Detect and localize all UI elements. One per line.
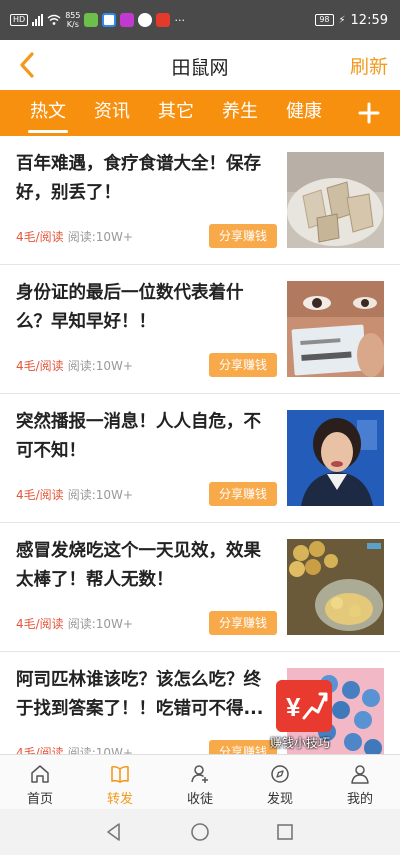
- article-reads: 阅读:10W+: [67, 359, 133, 373]
- article-price: 4毛/阅读: [16, 230, 64, 244]
- article-title[interactable]: 突然播报一消息！人人自危，不可不知！: [16, 408, 278, 466]
- earn-tips-promo[interactable]: ¥ 赚钱小技巧: [270, 680, 338, 750]
- page-title: 田鼠网: [171, 57, 229, 79]
- nav-mine[interactable]: 我的: [320, 755, 400, 809]
- yen-trend-icon: ¥: [276, 680, 332, 732]
- wechat-icon: [138, 13, 153, 27]
- nav-discover-label: 发现: [266, 792, 293, 807]
- article-title[interactable]: 身份证的最后一位数代表着什么？早知早好！！: [16, 279, 278, 337]
- nav-mine-label: 我的: [346, 792, 373, 807]
- nav-home-label: 首页: [26, 792, 53, 807]
- android-app-icon: [84, 13, 99, 27]
- article-meta: 4毛/阅读 阅读:10W+: [16, 486, 133, 503]
- article-price: 4毛/阅读: [16, 488, 64, 502]
- article-reads: 阅读:10W+: [67, 617, 133, 631]
- article-meta: 4毛/阅读 阅读:10W+: [16, 357, 133, 374]
- article-title[interactable]: 阿司匹林谁该吃？该怎么吃？终于找到答案了！！吃错可不得...: [16, 666, 278, 724]
- recents-square-icon[interactable]: [274, 821, 296, 843]
- nav-recruit[interactable]: 收徒: [160, 755, 240, 809]
- tab-health[interactable]: 健康: [272, 90, 336, 136]
- article-meta: 4毛/阅读 阅读:10W+: [16, 615, 133, 632]
- tab-hot[interactable]: 热文: [16, 90, 80, 136]
- hd-badge: HD: [10, 14, 29, 26]
- person-icon: [351, 765, 369, 784]
- article-thumbnail[interactable]: [287, 281, 384, 377]
- article-thumbnail[interactable]: [287, 539, 384, 635]
- shop-app-icon: [120, 13, 135, 27]
- more-notifications: ···: [174, 13, 185, 27]
- article-thumbnail[interactable]: [287, 152, 384, 248]
- bottom-nav: 首页 转发 收徒 发现 我的: [0, 754, 400, 809]
- compass-icon: [271, 765, 289, 783]
- add-tab-icon[interactable]: [354, 98, 384, 128]
- article-price: 4毛/阅读: [16, 359, 64, 373]
- article-item[interactable]: 感冒发烧吃这个一天见效，效果太棒了！帮人无数！ 4毛/阅读 阅读:10W+ 分享赚…: [0, 523, 400, 652]
- nav-discover[interactable]: 发现: [240, 755, 320, 809]
- charging-icon: ⚡: [338, 14, 346, 26]
- wifi-icon: [47, 14, 61, 25]
- article-reads: 阅读:10W+: [67, 230, 133, 244]
- article-reads: 阅读:10W+: [67, 488, 133, 502]
- nav-home[interactable]: 首页: [0, 755, 80, 809]
- nav-forward-label: 转发: [106, 792, 133, 807]
- article-feed[interactable]: 百年难遇，食疗食谱大全！保存好，别丢了！ 4毛/阅读 阅读:10W+ 分享赚钱 身…: [0, 136, 400, 754]
- title-bar: 田鼠网 刷新: [0, 40, 400, 90]
- share-earn-button[interactable]: 分享赚钱: [209, 482, 277, 506]
- map-app-icon: [102, 13, 117, 27]
- battery-icon: 98: [315, 14, 334, 26]
- tab-news[interactable]: 资讯: [80, 90, 144, 136]
- share-earn-button[interactable]: 分享赚钱: [209, 611, 277, 635]
- share-earn-button[interactable]: 分享赚钱: [209, 353, 277, 377]
- article-meta: 4毛/阅读 阅读:10W+: [16, 228, 133, 245]
- red-packet-icon: [156, 13, 171, 27]
- article-item[interactable]: 突然播报一消息！人人自危，不可不知！ 4毛/阅读 阅读:10W+ 分享赚钱: [0, 394, 400, 523]
- system-nav-bar: [0, 809, 400, 855]
- nav-recruit-label: 收徒: [186, 792, 213, 807]
- article-item[interactable]: 百年难遇，食疗食谱大全！保存好，别丢了！ 4毛/阅读 阅读:10W+ 分享赚钱: [0, 136, 400, 265]
- status-right: 98 ⚡ 12:59: [315, 11, 388, 29]
- category-tabs: 热文 资讯 其它 养生 健康: [0, 90, 400, 136]
- article-price: 4毛/阅读: [16, 617, 64, 631]
- network-speed: 855 K/s: [65, 11, 81, 29]
- book-icon: [111, 765, 129, 783]
- article-title[interactable]: 百年难遇，食疗食谱大全！保存好，别丢了！: [16, 150, 278, 208]
- status-bar: HD 855 K/s ··· 98 ⚡ 12:59: [0, 0, 400, 40]
- article-thumbnail[interactable]: [287, 410, 384, 506]
- svg-text:¥: ¥: [286, 692, 301, 722]
- clock: 12:59: [350, 12, 388, 28]
- article-title[interactable]: 感冒发烧吃这个一天见效，效果太棒了！帮人无数！: [16, 537, 278, 595]
- article-price: 4毛/阅读: [16, 746, 64, 754]
- refresh-button[interactable]: 刷新: [350, 52, 388, 79]
- share-earn-button[interactable]: 分享赚钱: [209, 740, 277, 754]
- tab-health-care[interactable]: 养生: [208, 90, 272, 136]
- add-person-icon: [191, 765, 208, 783]
- article-item[interactable]: 身份证的最后一位数代表着什么？早知早好！！ 4毛/阅读 阅读:10W+ 分享赚钱: [0, 265, 400, 394]
- status-left: HD 855 K/s ···: [10, 11, 185, 29]
- article-meta: 4毛/阅读 阅读:10W+: [16, 744, 133, 754]
- nav-forward[interactable]: 转发: [80, 755, 160, 809]
- share-earn-button[interactable]: 分享赚钱: [209, 224, 277, 248]
- article-reads: 阅读:10W+: [67, 746, 133, 754]
- home-circle-icon[interactable]: [189, 821, 211, 843]
- back-triangle-icon[interactable]: [103, 821, 125, 843]
- tab-other[interactable]: 其它: [144, 90, 208, 136]
- home-icon: [31, 765, 49, 783]
- earn-tips-label[interactable]: 赚钱小技巧: [270, 734, 342, 751]
- signal-icon: [32, 14, 44, 26]
